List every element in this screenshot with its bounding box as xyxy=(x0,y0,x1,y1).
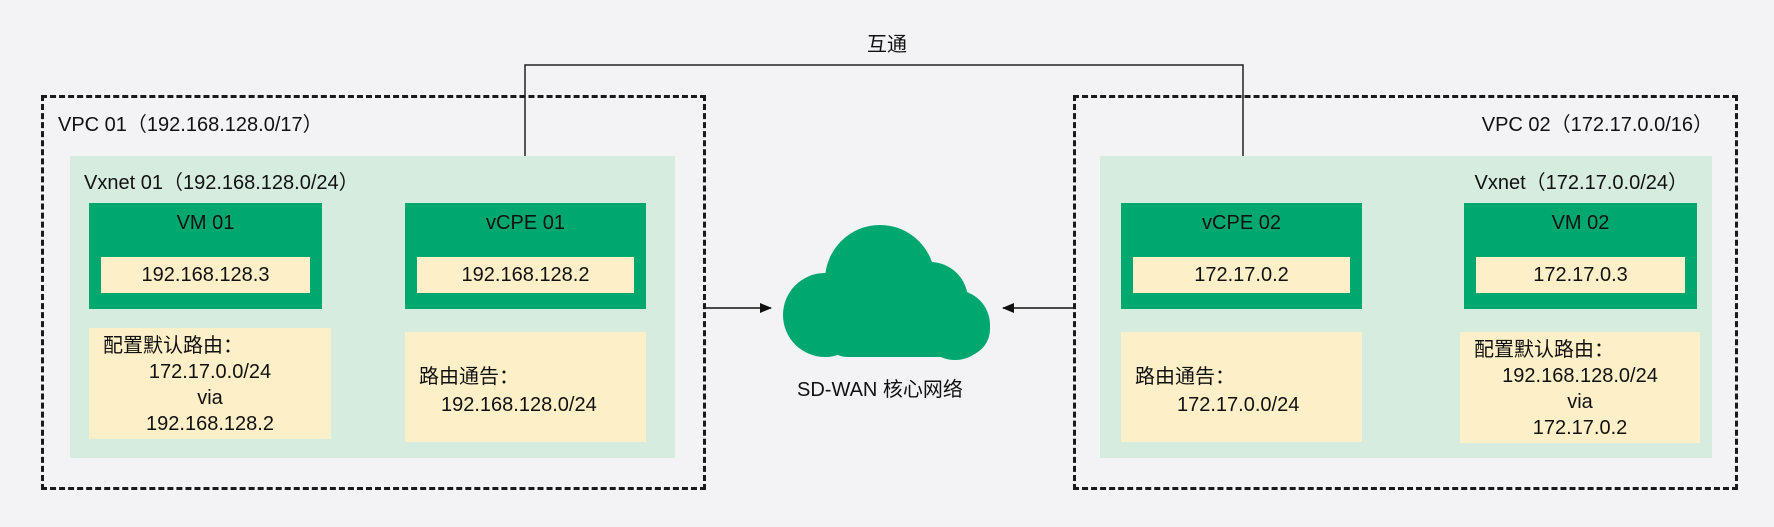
vxnet-01-label: Vxnet 01（192.168.128.0/24） xyxy=(84,172,359,194)
vpc-02-route-config-note: 配置默认路由： 192.168.128.0/24 via 172.17.0.2 xyxy=(1460,332,1700,443)
route-config-gateway: 192.168.128.2 xyxy=(146,413,274,435)
vcpe-02-node: vCPE 02 172.17.0.2 xyxy=(1121,203,1362,309)
vm-01-name: VM 01 xyxy=(176,212,235,234)
route-announce-prefix: 172.17.0.0/24 xyxy=(1177,394,1300,416)
route-config-gateway: 172.17.0.2 xyxy=(1532,417,1628,439)
vcpe-01-ip: 192.168.128.2 xyxy=(417,257,634,293)
interconnect-label: 互通 xyxy=(867,34,907,56)
vm-02-node: VM 02 172.17.0.3 xyxy=(1464,203,1697,309)
vcpe-02-name: vCPE 02 xyxy=(1202,212,1281,234)
network-diagram: 互通 VPC 01（192.168.128.0/17） Vxnet 01（192… xyxy=(0,0,1774,527)
vm-02-name: VM 02 xyxy=(1551,212,1610,234)
vpc-01-label: VPC 01（192.168.128.0/17） xyxy=(58,114,323,136)
vpc-02-label: VPC 02（172.17.0.0/16） xyxy=(1481,114,1713,136)
route-config-via: via xyxy=(197,387,223,409)
vpc-02-route-announce-note: 路由通告： 172.17.0.0/24 xyxy=(1121,332,1362,442)
route-announce-heading: 路由通告： xyxy=(419,366,519,388)
vcpe-02-ip: 172.17.0.2 xyxy=(1133,257,1350,293)
route-config-via: via xyxy=(1567,391,1593,413)
vpc-01-route-config-note: 配置默认路由： 172.17.0.0/24 via 192.168.128.2 xyxy=(89,328,331,439)
sd-wan-core-label: SD-WAN 核心网络 xyxy=(797,379,963,401)
route-config-dest: 192.168.128.0/24 xyxy=(1502,365,1658,387)
vm-02-ip: 172.17.0.3 xyxy=(1476,257,1685,293)
route-announce-prefix: 192.168.128.0/24 xyxy=(441,394,597,416)
vpc-01-route-announce-note: 路由通告： 192.168.128.0/24 xyxy=(405,332,646,442)
vm-01-ip: 192.168.128.3 xyxy=(101,257,310,293)
vcpe-01-name: vCPE 01 xyxy=(486,212,565,234)
route-announce-heading: 路由通告： xyxy=(1135,366,1235,388)
route-config-heading: 配置默认路由： xyxy=(103,335,243,357)
vcpe-01-node: vCPE 01 192.168.128.2 xyxy=(405,203,646,309)
route-config-dest: 172.17.0.0/24 xyxy=(148,361,272,383)
vxnet-02-label: Vxnet（172.17.0.0/24） xyxy=(1474,172,1688,194)
vm-01-node: VM 01 192.168.128.3 xyxy=(89,203,322,309)
route-config-heading: 配置默认路由： xyxy=(1474,339,1614,361)
sd-wan-cloud-icon xyxy=(783,225,990,360)
